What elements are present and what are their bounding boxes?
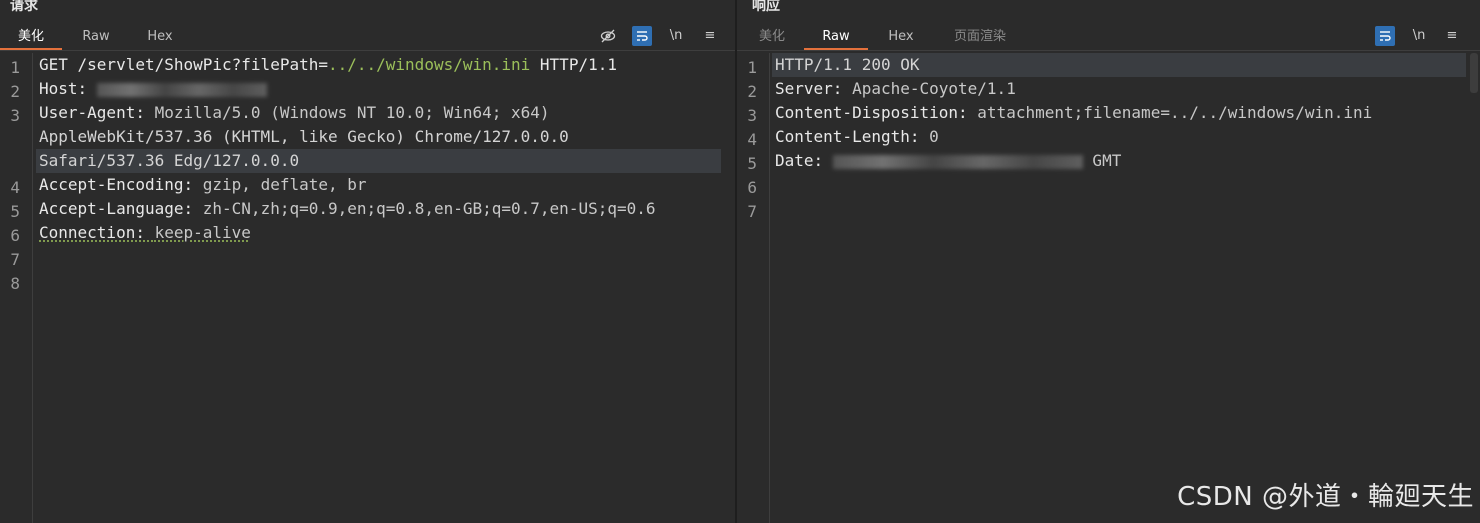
host-header: Host: [39,77,721,101]
tab-raw[interactable]: Raw [66,26,126,48]
line-number: 5 [10,202,20,221]
request-title: 请求 [10,0,38,14]
menu-icon[interactable]: ≡ [700,26,720,46]
newline-toggle[interactable]: \n [1409,26,1429,46]
newline-toggle[interactable]: \n [666,26,686,46]
connection-header: Connection: keep-alive [39,223,251,242]
content-length-header: Content-Length: 0 [775,127,939,146]
date-header: Date: GMT [775,151,1122,170]
line-number: 5 [747,154,757,173]
redacted-date [832,154,1083,169]
status-line: HTTP/1.1 200 OK [772,53,1466,77]
word-wrap-toggle[interactable] [1375,26,1395,46]
watermark: CSDN @外道・輪廻天生 [1177,482,1474,512]
response-editor[interactable]: 1 2 3 4 5 6 7 HTTP/1.1 200 OK Server: Ap… [737,53,1480,523]
content-disposition-header: Content-Disposition: attachment;filename… [775,103,1373,122]
request-pane: 请求 美化 Raw Hex \n ≡ 1 2 3 4 5 6 7 8 GET /… [0,0,735,523]
response-pane: 响应 美化 Raw Hex 页面渲染 \n ≡ 1 2 3 4 5 6 7 HT… [737,0,1480,523]
redacted-host [96,82,267,97]
line-number: 2 [10,82,20,101]
response-title: 响应 [752,0,780,14]
request-line: GET /servlet/ShowPic?filePath=../../wind… [39,55,617,74]
tab-raw[interactable]: Raw [804,26,868,50]
line-gutter: 1 2 3 4 5 6 7 [737,53,770,523]
line-gutter: 1 2 3 4 5 6 7 8 [0,53,33,523]
accept-language-header: Accept-Language: zh-CN,zh;q=0.9,en;q=0.8… [39,199,656,218]
request-tabbar: 美化 Raw Hex \n ≡ [0,26,735,51]
menu-icon[interactable]: ≡ [1442,26,1462,46]
tab-hex[interactable]: Hex [871,26,931,48]
line-number: 4 [10,178,20,197]
scrollbar[interactable] [1470,53,1478,93]
line-number: 2 [747,82,757,101]
line-number: 1 [10,58,20,77]
line-number: 1 [747,58,757,77]
line-number: 4 [747,130,757,149]
tab-render[interactable]: 页面渲染 [945,26,1015,48]
line-number: 8 [10,274,20,293]
line-number: 3 [10,106,20,125]
wrap-icon [1380,31,1391,41]
hide-eye-icon[interactable] [598,26,618,46]
eye-off-icon [600,29,616,43]
line-number: 7 [747,202,757,221]
server-header: Server: Apache-Coyote/1.1 [775,79,1016,98]
user-agent-cont: Safari/537.36 Edg/127.0.0.0 [36,149,721,173]
tab-pretty[interactable]: 美化 [742,26,802,48]
line-number: 3 [747,106,757,125]
wrap-icon [637,31,648,41]
accept-encoding-header: Accept-Encoding: gzip, deflate, br [39,175,367,194]
tab-hex[interactable]: Hex [130,26,190,48]
user-agent-header: User-Agent: Mozilla/5.0 (Windows NT 10.0… [39,103,550,122]
line-number: 6 [747,178,757,197]
line-number: 7 [10,250,20,269]
response-tabbar: 美化 Raw Hex 页面渲染 \n ≡ [737,26,1480,51]
word-wrap-toggle[interactable] [632,26,652,46]
line-number: 6 [10,226,20,245]
request-editor[interactable]: 1 2 3 4 5 6 7 8 GET /servlet/ShowPic?fil… [0,53,735,523]
tab-pretty[interactable]: 美化 [0,26,62,50]
user-agent-cont: AppleWebKit/537.36 (KHTML, like Gecko) C… [39,127,569,146]
